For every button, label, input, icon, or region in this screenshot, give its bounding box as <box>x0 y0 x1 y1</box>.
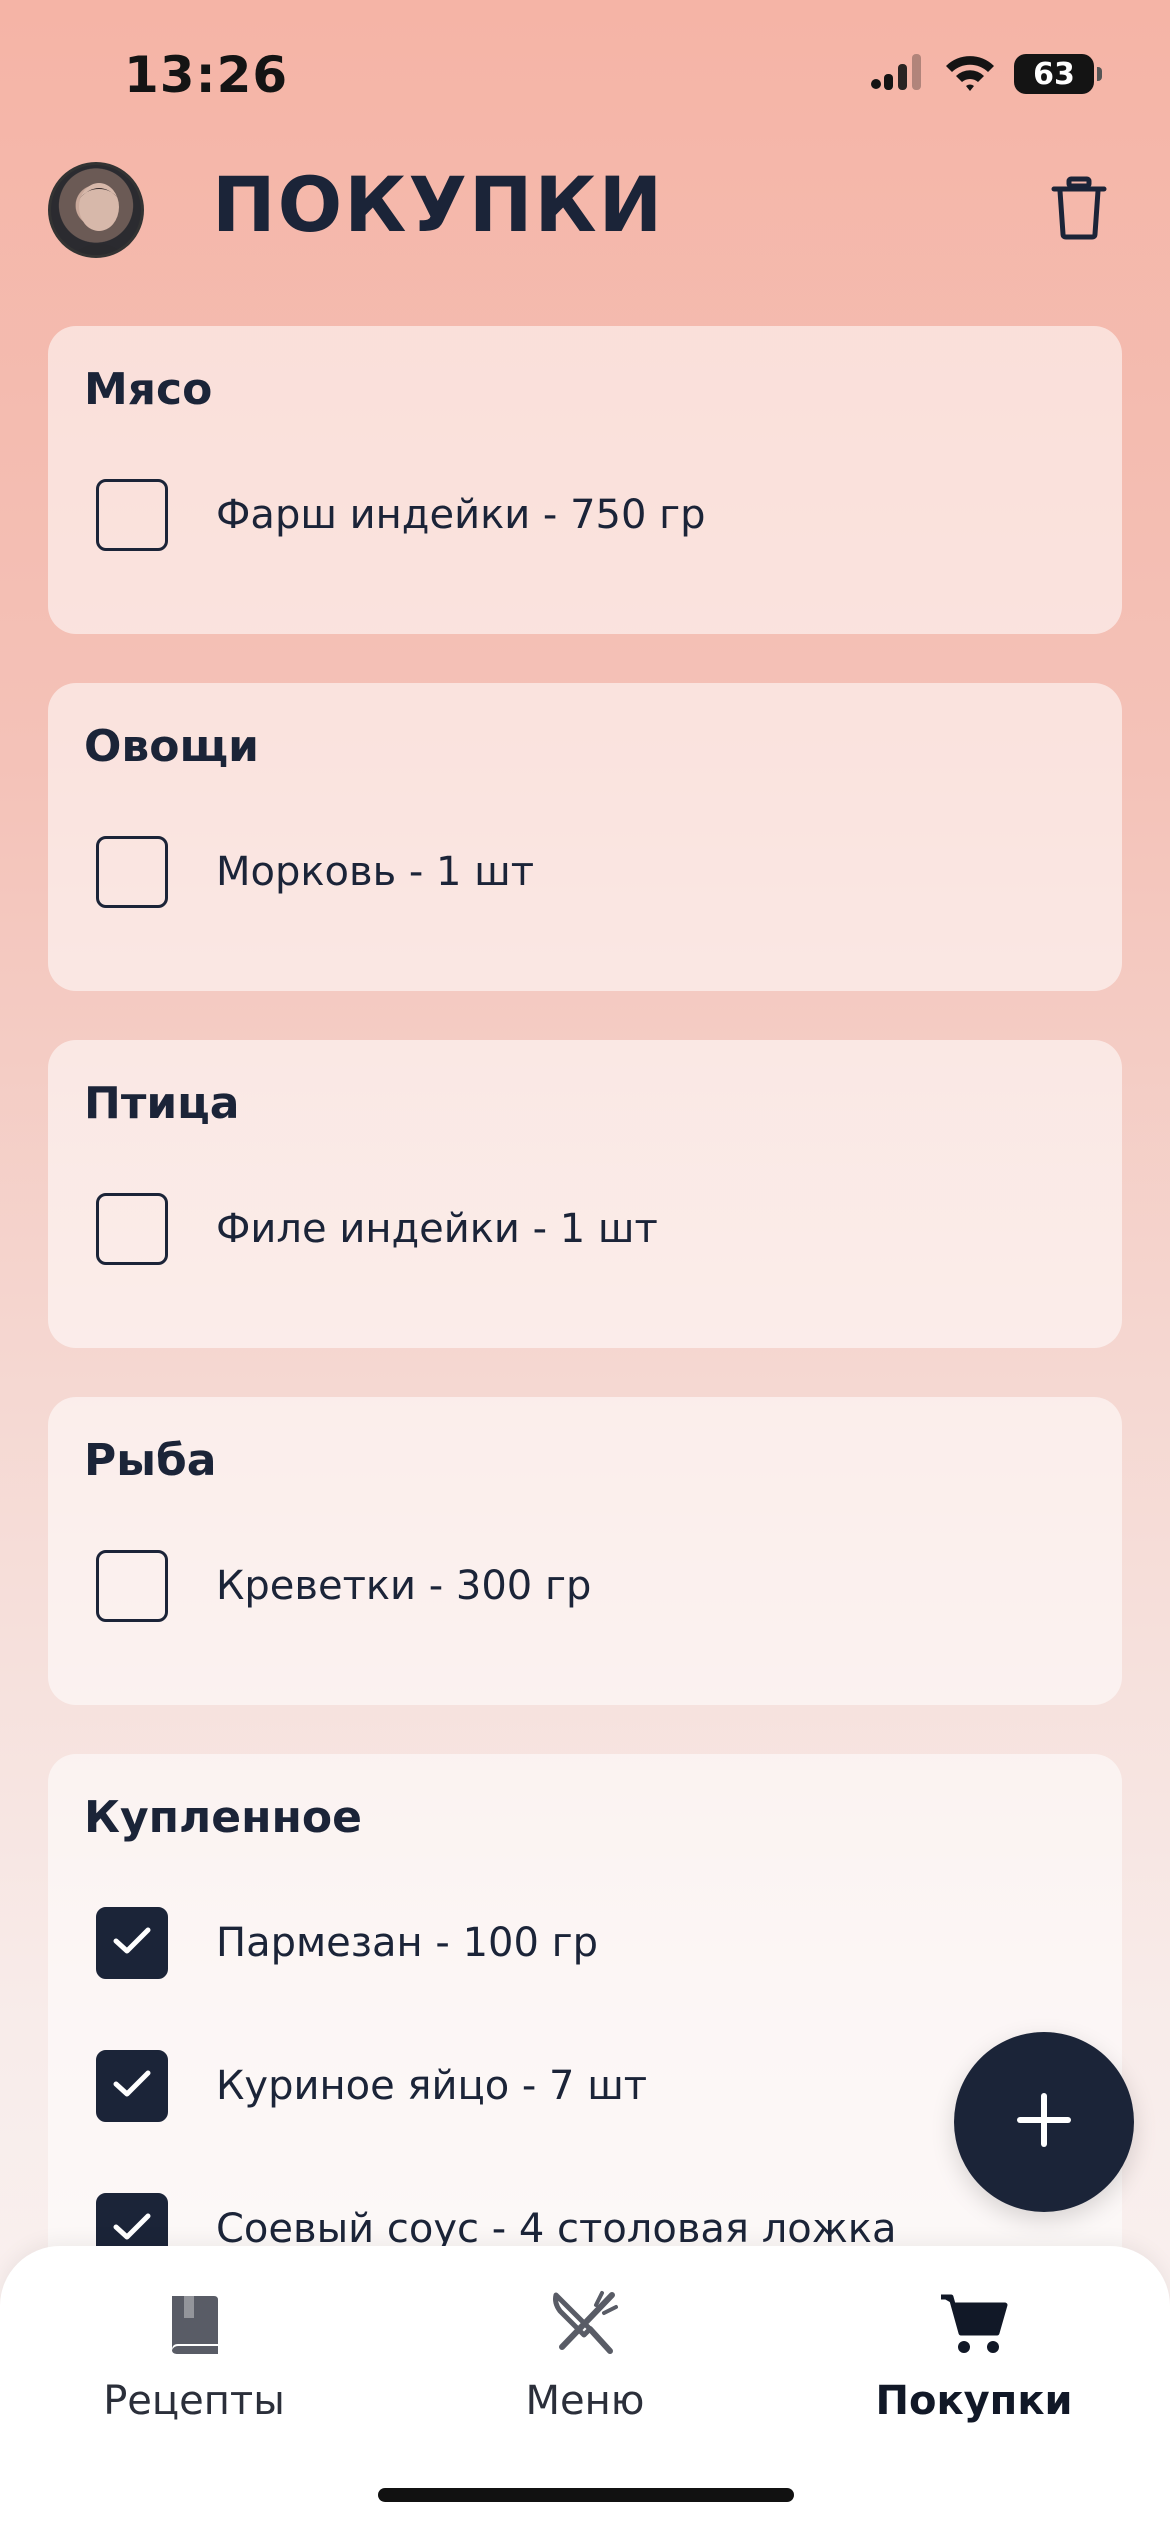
checkbox[interactable] <box>96 836 168 908</box>
tab-label: Меню <box>525 2378 645 2424</box>
checkbox[interactable] <box>96 479 168 551</box>
status-icons: 63 <box>870 52 1102 96</box>
item-label: Креветки - 300 гр <box>216 1563 592 1609</box>
category-card-meat: Мясо Фарш индейки - 750 гр <box>48 326 1122 634</box>
plus-icon <box>1016 2092 1072 2152</box>
cart-icon <box>939 2286 1009 2362</box>
item-label: Пармезан - 100 гр <box>216 1920 599 1966</box>
book-icon <box>164 2286 224 2362</box>
item-label: Морковь - 1 шт <box>216 849 535 895</box>
category-title: Рыба <box>84 1435 217 1486</box>
category-card-vegetables: Овощи Морковь - 1 шт <box>48 683 1122 991</box>
add-item-button[interactable] <box>954 2032 1134 2212</box>
tab-shopping[interactable]: Покупки <box>824 2286 1124 2436</box>
trash-icon <box>1051 176 1107 244</box>
checkmark-icon <box>112 1926 152 1960</box>
list-item[interactable]: Креветки - 300 гр <box>96 1549 591 1623</box>
tab-menu[interactable]: Меню <box>435 2286 735 2436</box>
checkbox[interactable] <box>96 1550 168 1622</box>
item-label: Куриное яйцо - 7 шт <box>216 2063 648 2109</box>
page-title: ПОКУПКИ <box>212 160 665 249</box>
category-title: Птица <box>84 1078 240 1129</box>
status-time: 13:26 <box>124 46 289 104</box>
list-item[interactable]: Куриное яйцо - 7 шт <box>96 2049 647 2123</box>
wifi-icon <box>944 52 996 96</box>
list-item[interactable]: Филе индейки - 1 шт <box>96 1192 658 1266</box>
header: ПОКУПКИ <box>0 150 1170 270</box>
category-card-poultry: Птица Филе индейки - 1 шт <box>48 1040 1122 1348</box>
fork-knife-icon <box>550 2286 620 2362</box>
list-item[interactable]: Пармезан - 100 гр <box>96 1906 598 1980</box>
item-label: Фарш индейки - 750 гр <box>216 492 706 538</box>
battery-indicator: 63 <box>1014 54 1102 94</box>
list-item[interactable]: Фарш индейки - 750 гр <box>96 478 706 552</box>
checkmark-icon <box>112 2069 152 2103</box>
avatar[interactable] <box>48 162 144 258</box>
tab-label: Покупки <box>875 2378 1073 2424</box>
category-card-purchased: Купленное Пармезан - 100 гр Куриное яйцо… <box>48 1754 1122 2314</box>
cellular-signal-icon <box>870 52 926 96</box>
item-label: Филе индейки - 1 шт <box>216 1206 658 1252</box>
checkbox-checked[interactable] <box>96 1907 168 1979</box>
checkbox[interactable] <box>96 1193 168 1265</box>
category-title: Овощи <box>84 721 259 772</box>
tab-recipes[interactable]: Рецепты <box>44 2286 344 2436</box>
checkmark-icon <box>112 2212 152 2246</box>
list-item[interactable]: Морковь - 1 шт <box>96 835 534 909</box>
category-title: Купленное <box>84 1792 362 1843</box>
status-bar: 13:26 63 <box>0 0 1170 150</box>
category-card-fish: Рыба Креветки - 300 гр <box>48 1397 1122 1705</box>
home-indicator <box>378 2488 794 2502</box>
checkbox-checked[interactable] <box>96 2050 168 2122</box>
category-title: Мясо <box>84 364 213 415</box>
tab-label: Рецепты <box>103 2378 285 2424</box>
trash-button[interactable] <box>1044 172 1114 248</box>
